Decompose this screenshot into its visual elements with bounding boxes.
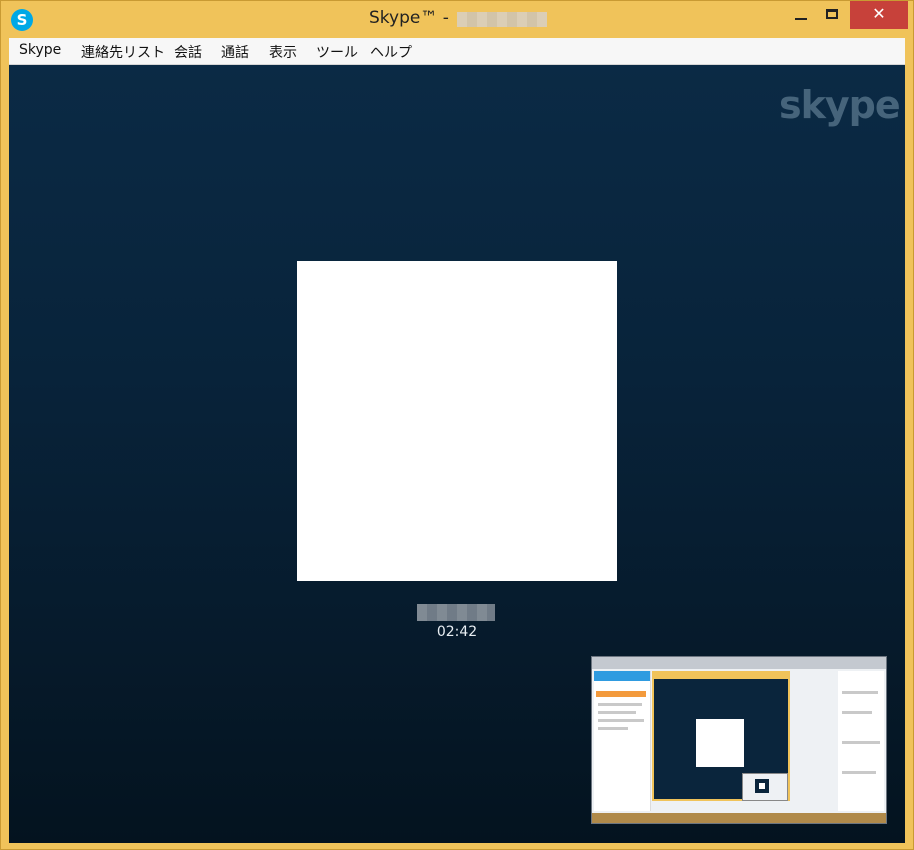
skype-app-icon[interactable]: S — [11, 9, 33, 31]
preview-line — [842, 771, 876, 774]
preview-line — [598, 703, 642, 706]
preview-nested-avatar — [759, 783, 765, 789]
call-view: skype 02:42 — [9, 65, 905, 843]
minimize-icon — [795, 18, 807, 20]
menu-help[interactable]: ヘルプ — [370, 42, 412, 62]
redacted-username — [457, 12, 547, 27]
preview-call-window — [652, 671, 790, 801]
preview-nested-preview — [742, 773, 788, 801]
menu-contacts[interactable]: 連絡先リスト — [81, 42, 165, 62]
preview-line — [598, 727, 628, 730]
preview-sidebar-header — [594, 671, 650, 681]
preview-line — [842, 741, 880, 744]
preview-right-panel — [838, 671, 884, 811]
preview-browser-bar — [592, 657, 886, 669]
call-duration: 02:42 — [436, 624, 478, 640]
maximize-icon — [826, 9, 838, 19]
skype-logo: skype — [779, 83, 901, 127]
preview-line — [842, 691, 878, 694]
skype-window: S Skype™ - ✕ Skype 連絡先リスト 会話 通話 表示 ツール ヘ… — [0, 0, 914, 850]
preview-skype-sidebar — [594, 671, 651, 811]
caller-avatar — [297, 261, 617, 581]
preview-avatar — [696, 719, 744, 767]
menu-tools[interactable]: ツール — [316, 42, 358, 62]
minimize-button[interactable] — [787, 1, 815, 29]
preview-taskbar — [592, 813, 886, 823]
close-icon: ✕ — [872, 4, 886, 23]
title-bar[interactable]: S Skype™ - ✕ — [1, 1, 913, 37]
menu-conversations[interactable]: 会話 — [174, 42, 202, 62]
preview-highlight — [596, 691, 646, 697]
window-title: Skype™ - — [369, 8, 449, 28]
self-video-preview[interactable] — [591, 656, 887, 824]
menu-bar: Skype 連絡先リスト 会話 通話 表示 ツール ヘルプ — [9, 38, 905, 65]
preview-call-bg — [654, 679, 788, 801]
preview-line — [598, 719, 644, 722]
menu-call[interactable]: 通話 — [221, 42, 249, 62]
preview-line — [598, 711, 636, 714]
redacted-caller-name — [417, 604, 495, 621]
menu-view[interactable]: 表示 — [269, 42, 297, 62]
close-button[interactable]: ✕ — [850, 1, 908, 29]
preview-line — [842, 711, 872, 714]
menu-skype[interactable]: Skype — [19, 42, 61, 58]
maximize-button[interactable] — [819, 1, 847, 29]
